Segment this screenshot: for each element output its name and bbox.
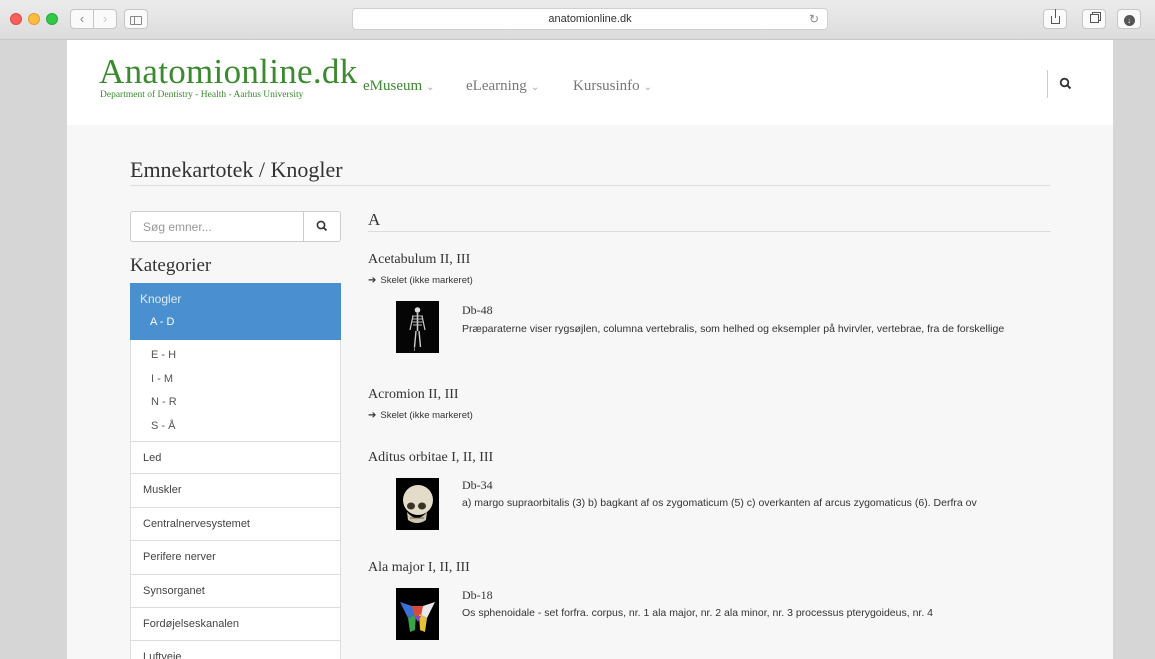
- category-muskler[interactable]: Muskler: [130, 474, 341, 508]
- specimen-description: Præparaterne viser rygsøjlen, columna ve…: [462, 323, 1005, 335]
- topic-link[interactable]: ➔ Skelet (ikke markeret): [368, 275, 1051, 286]
- share-icon: [1050, 9, 1060, 24]
- topic-entry: Acromion II, III ➔ Skelet (ikke markeret): [368, 387, 1051, 421]
- divider: [368, 231, 1051, 232]
- category-fordoejelseskanalen[interactable]: Fordøjelseskanalen: [130, 607, 341, 642]
- category-label: Knogler: [140, 292, 182, 306]
- browser-window: ‹ › anatomionline.dk ↻ ↓ Anatomionline.d…: [0, 0, 1155, 659]
- chevron-right-icon: ›: [102, 11, 108, 26]
- search-input[interactable]: [131, 212, 303, 241]
- nav-label: eMuseum: [363, 78, 423, 94]
- browser-toolbar: ‹ › anatomionline.dk ↻ ↓: [0, 0, 1155, 40]
- subcategory-a-d[interactable]: A - D: [140, 316, 331, 335]
- category-synsorganet[interactable]: Synsorganet: [130, 574, 341, 608]
- search-icon[interactable]: [1059, 77, 1073, 91]
- chevron-left-icon: ‹: [79, 11, 85, 26]
- close-window-button[interactable]: [10, 13, 22, 25]
- topic-title: Acromion II, III: [368, 387, 459, 402]
- sphenoid-bone-image: [396, 588, 439, 640]
- subcategory-i-m[interactable]: I - M: [131, 368, 340, 392]
- show-tabs-button[interactable]: [1082, 9, 1106, 29]
- category-perifere-nerver[interactable]: Perifere nerver: [130, 541, 341, 575]
- downloads-button[interactable]: ↓: [1117, 9, 1141, 29]
- nav-label: eLearning: [466, 78, 527, 94]
- specimen-description: a) margo supraorbitalis (3) b) bagkant a…: [462, 497, 977, 509]
- reload-icon[interactable]: ↻: [809, 9, 819, 29]
- categories-title: Kategorier: [130, 255, 212, 276]
- url-text: anatomionline.dk: [548, 13, 632, 25]
- site-logo-subtitle: Department of Dentistry - Health - Aarhu…: [100, 90, 304, 100]
- chevron-down-icon: ⌄: [643, 82, 653, 93]
- topic-title: Ala major I, II, III: [368, 560, 470, 575]
- topic-list: A Acetabulum II, III ➔ Skelet (ikke marke…: [368, 210, 1051, 640]
- topic-entry: Aditus orbitae I, II, III Db-34 a) margo…: [368, 450, 1051, 530]
- topic-title: Aditus orbitae I, II, III: [368, 450, 494, 465]
- web-page: Anatomionline.dk Department of Dentistry…: [67, 40, 1113, 659]
- download-icon: ↓: [1123, 15, 1135, 26]
- site-logo[interactable]: Anatomionline.dk: [99, 53, 358, 91]
- category-led[interactable]: Led: [130, 441, 341, 475]
- search-icon: [316, 220, 328, 232]
- minimize-window-button[interactable]: [28, 13, 40, 25]
- specimen-code[interactable]: Db-18: [462, 588, 493, 603]
- arrow-right-icon: ➔: [368, 410, 377, 421]
- back-button[interactable]: ‹: [70, 9, 94, 29]
- topic-title: Acetabulum II, III: [368, 252, 471, 267]
- topic-link[interactable]: ➔ Skelet (ikke markeret): [368, 410, 1051, 421]
- arrow-right-icon: ➔: [368, 275, 377, 286]
- address-bar[interactable]: anatomionline.dk ↻: [352, 8, 828, 30]
- sidebar-icon: [130, 16, 142, 25]
- category-centralnervesystemet[interactable]: Centralnervesystemet: [130, 507, 341, 542]
- maximize-window-button[interactable]: [46, 13, 58, 25]
- chevron-down-icon: ⌄: [426, 82, 435, 93]
- topic-entry: Acetabulum II, III ➔ Skelet (ikke markere…: [368, 252, 1051, 353]
- category-list: Knogler A - D E - H I - M N - R S - Å Le…: [130, 283, 341, 659]
- nav-label: Kursusinfo: [573, 78, 640, 94]
- forward-button[interactable]: ›: [93, 9, 117, 29]
- letter-heading: A: [368, 210, 381, 229]
- specimen-description: Os sphenoidale - set forfra. corpus, nr.…: [462, 607, 933, 619]
- category-luftveje[interactable]: Luftveje: [130, 641, 341, 659]
- specimen-code[interactable]: Db-48: [462, 303, 493, 318]
- specimen-code[interactable]: Db-34: [462, 478, 493, 493]
- tabs-icon: [1089, 14, 1099, 23]
- chevron-down-icon: ⌄: [530, 82, 540, 93]
- link-label: Skelet (ikke markeret): [380, 275, 473, 286]
- window-background-right: [1113, 40, 1155, 659]
- sidebar-toggle-button[interactable]: [124, 9, 148, 29]
- subcategory-n-r[interactable]: N - R: [131, 391, 340, 415]
- skull-image: [396, 478, 439, 530]
- window-background-left: [0, 40, 67, 659]
- site-header: Anatomionline.dk Department of Dentistry…: [67, 40, 1113, 125]
- link-label: Skelet (ikke markeret): [380, 410, 473, 421]
- subcategory-list: E - H I - M N - R S - Å: [130, 340, 341, 441]
- specimen-thumbnail[interactable]: [396, 301, 439, 353]
- subcategory-e-h[interactable]: E - H: [131, 344, 340, 368]
- skeleton-image: [396, 301, 439, 353]
- share-button[interactable]: [1043, 9, 1067, 29]
- subcategory-s-aa[interactable]: S - Å: [131, 415, 340, 439]
- header-divider: [1047, 70, 1048, 98]
- divider: [130, 185, 1050, 186]
- nav-elearning[interactable]: eLearning ⌄: [466, 78, 539, 95]
- page-title: Emnekartotek / Knogler: [130, 157, 343, 182]
- search-button[interactable]: [303, 212, 340, 241]
- specimen-thumbnail[interactable]: [396, 478, 439, 530]
- topic-entry: Ala major I, II, III Db-18 Os sphenoidal…: [368, 560, 1051, 640]
- topic-search: [130, 211, 341, 242]
- specimen-thumbnail[interactable]: [396, 588, 439, 640]
- nav-kursusinfo[interactable]: Kursusinfo ⌄: [573, 78, 652, 95]
- category-knogler[interactable]: Knogler A - D: [130, 283, 341, 340]
- nav-emuseum[interactable]: eMuseum ⌄: [363, 78, 435, 95]
